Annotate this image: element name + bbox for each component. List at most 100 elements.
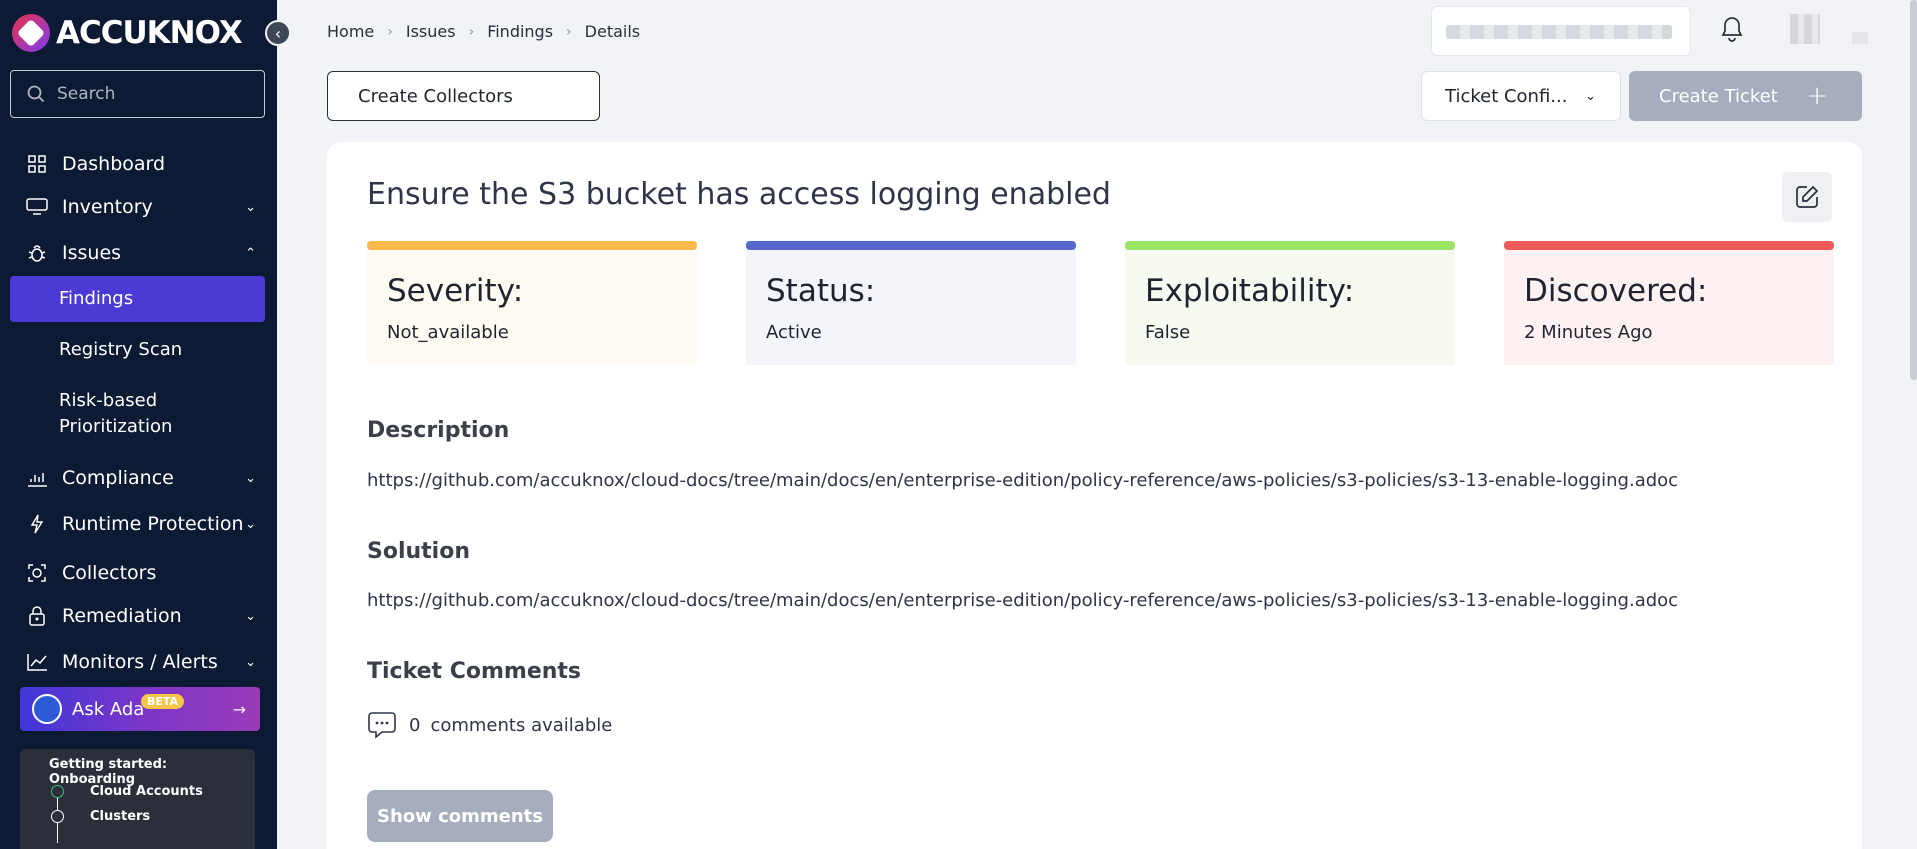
ada-avatar (32, 694, 62, 724)
solution-heading: Solution (367, 539, 470, 564)
chevron-down-icon: ⌄ (245, 608, 256, 624)
chevron-down-icon: ⌄ (245, 199, 256, 215)
chevron-down-icon: ⌄ (245, 654, 256, 670)
solution-link[interactable]: https://github.com/accuknox/cloud-docs/t… (367, 590, 1678, 611)
onboarding-panel: Getting started: Onboarding Cloud Accoun… (20, 749, 255, 849)
step-pending-icon (51, 810, 64, 823)
sidebar-item-runtime-protection[interactable]: Runtime Protection ⌄ (26, 508, 256, 540)
show-comments-button[interactable]: Show comments (367, 790, 553, 842)
sidebar-subitem-findings[interactable]: Findings (59, 286, 133, 312)
sidebar-item-label: Runtime Protection (62, 513, 244, 535)
chevron-right-icon: › (566, 23, 572, 40)
step-connector (57, 798, 58, 810)
breadcrumb-item-findings[interactable]: Findings (487, 22, 553, 41)
plus-icon: + (1806, 81, 1828, 111)
accuknox-logo[interactable]: ACCUKNOX (12, 14, 243, 52)
breadcrumb-item-issues[interactable]: Issues (406, 22, 456, 41)
tenant-selector[interactable] (1431, 6, 1691, 56)
sidebar-item-issues[interactable]: Issues ⌃ (26, 237, 256, 269)
onboarding-title: Getting started: Onboarding (49, 757, 168, 787)
create-collectors-button[interactable]: Create Collectors (327, 71, 600, 121)
description-heading: Description (367, 418, 510, 443)
breadcrumb-item-details: Details (584, 22, 641, 41)
create-ticket-label: Create Ticket (1659, 85, 1778, 107)
sidebar-item-label: Issues (62, 242, 122, 264)
bell-icon[interactable] (1720, 16, 1744, 46)
sidebar-item-inventory[interactable]: Inventory ⌄ (26, 191, 256, 223)
edit-icon (1796, 185, 1819, 208)
dashboard-icon (26, 153, 48, 175)
redacted-text (1852, 32, 1868, 44)
ticket-config-dropdown[interactable]: Ticket Confi... ⌄ (1421, 71, 1621, 121)
discovered-card: Discovered: 2 Minutes Ago (1504, 241, 1834, 365)
bug-icon (26, 242, 48, 264)
chevron-down-icon: ⌄ (245, 470, 256, 486)
severity-value: Not_available (387, 322, 509, 343)
chevron-right-icon: › (387, 23, 393, 40)
sidebar-item-label: Remediation (62, 605, 182, 627)
sidebar-subitem-label: Risk-based (59, 390, 158, 411)
ticket-config-label: Ticket Confi... (1445, 85, 1568, 107)
ask-ada-button[interactable]: Ask Ada BETA → (20, 687, 260, 731)
status-accent-bar (746, 241, 1076, 250)
bolt-icon (26, 513, 48, 535)
sidebar-item-remediation[interactable]: Remediation ⌄ (26, 600, 256, 632)
discovered-accent-bar (1504, 241, 1834, 250)
brand-name: ACCUKNOX (56, 15, 243, 51)
chat-bubble-icon (368, 712, 396, 739)
chevron-down-icon: ⌄ (245, 516, 256, 532)
arrow-right-icon: → (232, 699, 246, 719)
edit-button[interactable] (1782, 172, 1832, 222)
sidebar-item-label: Collectors (62, 562, 157, 584)
step-connector (57, 823, 58, 843)
chevron-down-icon: ⌄ (1585, 88, 1596, 104)
inventory-icon (26, 196, 48, 218)
ask-ada-label: Ask Ada (72, 698, 145, 720)
sidebar-subitem-registry-scan[interactable]: Registry Scan (59, 337, 182, 363)
ticket-comments-heading: Ticket Comments (367, 659, 582, 684)
collectors-icon (26, 562, 48, 584)
exploitability-label: Exploitability: (1145, 273, 1355, 309)
comments-text: comments available (430, 714, 613, 736)
finding-details-card: Ensure the S3 bucket has access logging … (327, 142, 1862, 849)
logo-icon (12, 14, 50, 52)
exploitability-accent-bar (1125, 241, 1455, 250)
onboarding-step[interactable]: Cloud Accounts (90, 784, 203, 799)
create-ticket-button[interactable]: Create Ticket + (1629, 71, 1862, 121)
onboarding-step[interactable]: Clusters (90, 809, 150, 824)
page-scrollbar[interactable] (1910, 0, 1917, 380)
sidebar: ACCUKNOX Search Dashboard Inventory ⌄ Is… (0, 0, 277, 849)
sidebar-item-label: Monitors / Alerts (62, 651, 218, 673)
sidebar-item-collectors[interactable]: Collectors (26, 557, 256, 589)
status-value: Active (766, 322, 822, 343)
sidebar-item-dashboard[interactable]: Dashboard (26, 148, 256, 180)
breadcrumb-item-home[interactable]: Home (327, 22, 374, 41)
discovered-label: Discovered: (1524, 273, 1708, 309)
exploitability-card: Exploitability: False (1125, 241, 1455, 365)
redacted-text (1446, 25, 1672, 39)
sidebar-item-compliance[interactable]: Compliance ⌄ (26, 462, 256, 494)
sidebar-item-label: Inventory (62, 196, 153, 218)
comments-count: 0 (409, 714, 421, 736)
sidebar-subitem-label: Prioritization (59, 416, 173, 437)
chart-line-icon (26, 651, 48, 673)
collapse-sidebar-button[interactable]: ‹ (265, 20, 291, 46)
description-link[interactable]: https://github.com/accuknox/cloud-docs/t… (367, 470, 1678, 491)
avatar[interactable] (1790, 14, 1820, 44)
compliance-icon (26, 467, 48, 489)
sidebar-subitem-risk-based[interactable]: Risk-based Prioritization (59, 388, 172, 440)
page-title: Ensure the S3 bucket has access logging … (367, 177, 1111, 212)
status-label: Status: (766, 273, 876, 309)
sidebar-item-label: Dashboard (62, 153, 166, 175)
search-icon (27, 85, 45, 103)
active-item-highlight (10, 276, 265, 322)
chevron-up-icon: ⌃ (245, 245, 256, 261)
search-placeholder: Search (57, 84, 116, 104)
sidebar-item-monitors-alerts[interactable]: Monitors / Alerts ⌄ (26, 646, 256, 678)
severity-label: Severity: (387, 273, 524, 309)
sidebar-search-input[interactable]: Search (10, 70, 265, 118)
discovered-value: 2 Minutes Ago (1524, 322, 1653, 343)
severity-card: Severity: Not_available (367, 241, 697, 365)
beta-badge: BETA (141, 694, 185, 709)
breadcrumb: Home › Issues › Findings › Details (327, 22, 640, 41)
